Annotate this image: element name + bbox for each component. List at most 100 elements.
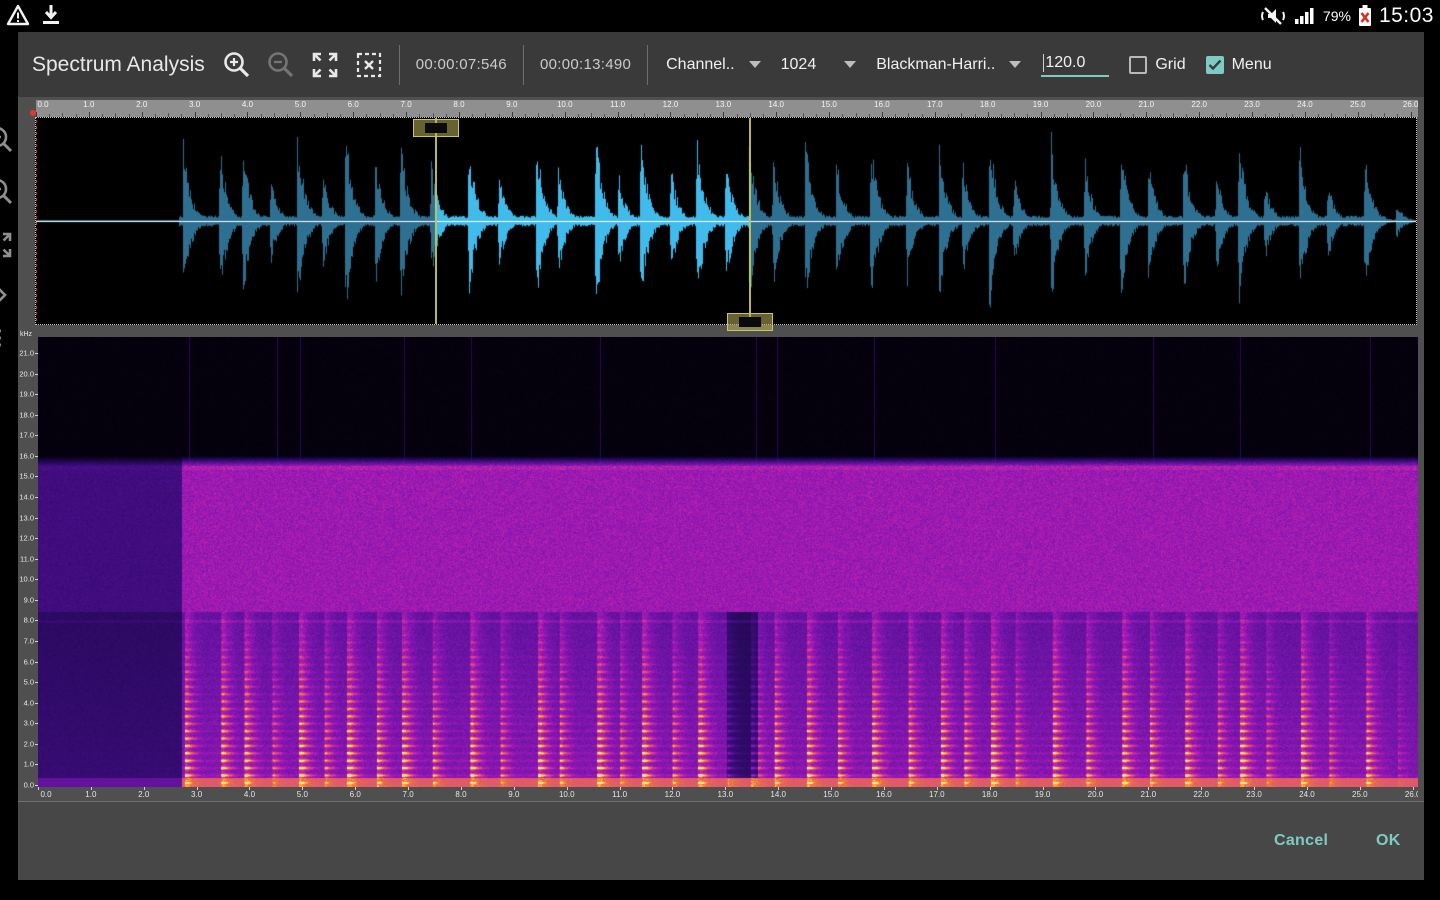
toolbar-divider: [523, 45, 524, 85]
time-axis-label: 11.0: [612, 790, 627, 799]
zoom-in-icon[interactable]: [0, 124, 14, 154]
zoom-out-button[interactable]: [264, 48, 298, 82]
grid-dots-icon[interactable]: [0, 323, 14, 353]
window-function-dropdown-value: Blackman-Harri..: [876, 56, 995, 74]
time-axis-label: 1.0: [85, 790, 96, 799]
frequency-tick-label: 19.0: [19, 390, 34, 399]
clear-selection-button[interactable]: [352, 48, 386, 82]
collapse-icon[interactable]: [0, 280, 14, 310]
waveform-canvas[interactable]: [36, 118, 1416, 324]
time-axis-label: 17.0: [929, 790, 945, 799]
time-axis-tick: [514, 787, 515, 790]
cancel-button[interactable]: Cancel: [1274, 832, 1328, 850]
ruler-tick-label: 19.0: [1033, 100, 1049, 109]
spectrogram-time-axis: 0.01.02.03.04.05.06.07.08.09.010.011.012…: [38, 787, 1418, 801]
time-axis-tick: [725, 787, 726, 790]
frequency-tick-label: 13.0: [19, 513, 34, 522]
time-axis-tick: [355, 787, 356, 790]
ruler-tick-label: 14.0: [768, 100, 784, 109]
ruler-tick-label: 26.0: [1403, 100, 1418, 109]
time-axis-tick: [302, 787, 303, 790]
ruler-tick-label: 1.0: [83, 100, 94, 109]
ruler-tick-label: 2.0: [136, 100, 147, 109]
selection-start-handle[interactable]: [413, 119, 459, 137]
selection-start-time: 00:00:07:546: [416, 56, 507, 73]
time-axis-tick: [461, 787, 462, 790]
grid-checkbox[interactable]: [1129, 56, 1147, 74]
fft-size-dropdown-value: 1024: [781, 56, 817, 74]
selection-end-handle[interactable]: [727, 313, 773, 331]
menu-checkbox[interactable]: [1206, 56, 1224, 74]
clock: 15:03: [1379, 4, 1434, 28]
toolbar: Spectrum Analysis 00:00:07:546 00: [18, 32, 1424, 97]
time-axis-label: 26.0: [1405, 790, 1418, 799]
time-axis-tick: [249, 787, 250, 790]
time-axis-tick: [567, 787, 568, 790]
zoom-out-icon[interactable]: [0, 176, 14, 206]
channel-dropdown[interactable]: Channel..: [666, 56, 761, 74]
signal-strength-icon: [1294, 6, 1316, 26]
time-axis-tick: [937, 787, 938, 790]
time-axis-label: 16.0: [876, 790, 892, 799]
status-bar: 79% 15:03: [0, 0, 1440, 32]
ruler-tick-label: 23.0: [1244, 100, 1260, 109]
time-axis-label: 19.0: [1035, 790, 1051, 799]
spectrogram-canvas[interactable]: [38, 337, 1418, 787]
ruler-tick-label: 12.0: [663, 100, 679, 109]
frequency-tick-label: 17.0: [19, 431, 34, 440]
frequency-tick-label: 0.0: [24, 781, 34, 790]
footer-bar: Cancel OK: [18, 801, 1424, 880]
time-axis-label: 13.0: [718, 790, 734, 799]
frequency-tick-label: 12.0: [19, 534, 34, 543]
time-axis-tick: [620, 787, 621, 790]
frequency-tick-label: 10.0: [19, 575, 34, 584]
ruler-tick-label: 18.0: [980, 100, 996, 109]
time-axis-label: 5.0: [297, 790, 308, 799]
frequency-unit-label: kHz: [20, 331, 32, 338]
frequency-tick-label: 7.0: [24, 637, 34, 646]
time-axis-label: 22.0: [1193, 790, 1209, 799]
time-axis-tick: [831, 787, 832, 790]
selection-handle-grip: [425, 123, 447, 133]
zoom-fit-button[interactable]: [308, 48, 342, 82]
time-axis-label: 0.0: [40, 790, 51, 799]
selection-end-time: 00:00:13:490: [540, 56, 631, 73]
time-axis-label: 12.0: [665, 790, 681, 799]
ruler-tick-label: 20.0: [1086, 100, 1102, 109]
ok-button[interactable]: OK: [1376, 832, 1401, 850]
time-axis-label: 8.0: [455, 790, 466, 799]
selection-start-marker[interactable]: [435, 118, 437, 324]
db-range-value: 120.0: [1045, 54, 1085, 72]
zoom-fit-icon[interactable]: [0, 230, 14, 260]
ruler-tick-label: 16.0: [874, 100, 890, 109]
time-axis-tick: [1148, 787, 1149, 790]
grid-checkbox-label: Grid: [1155, 56, 1185, 74]
page-title: Spectrum Analysis: [32, 53, 205, 77]
ruler-tick-label: 7.0: [401, 100, 412, 109]
time-axis-label: 2.0: [138, 790, 149, 799]
download-icon: [40, 3, 62, 27]
frequency-tick-label: 21.0: [19, 349, 34, 358]
timeline-ruler[interactable]: 0.01.02.03.04.05.06.07.08.09.010.011.012…: [36, 100, 1418, 117]
zoom-in-button[interactable]: [220, 48, 254, 82]
playhead-marker[interactable]: [30, 110, 36, 116]
time-axis-label: 6.0: [350, 790, 361, 799]
time-axis-tick: [1360, 787, 1361, 790]
db-range-input[interactable]: 120.0: [1041, 52, 1109, 77]
time-axis-label: 18.0: [982, 790, 998, 799]
window-function-dropdown[interactable]: Blackman-Harri..: [876, 56, 1021, 74]
battery-percent: 79%: [1323, 8, 1351, 24]
time-axis-label: 20.0: [1088, 790, 1104, 799]
time-axis-label: 15.0: [823, 790, 839, 799]
ruler-tick-label: 15.0: [821, 100, 837, 109]
chevron-down-icon: [749, 61, 761, 68]
ruler-tick-label: 9.0: [506, 100, 517, 109]
text-caret: [1043, 54, 1044, 72]
time-axis-tick: [91, 787, 92, 790]
selection-end-marker[interactable]: [749, 118, 751, 324]
fft-size-dropdown[interactable]: 1024: [781, 56, 857, 74]
edge-toolbar-clipped: [0, 118, 16, 368]
time-axis-tick: [1201, 787, 1202, 790]
ruler-tick-label: 17.0: [927, 100, 943, 109]
toolbar-divider: [647, 45, 648, 85]
